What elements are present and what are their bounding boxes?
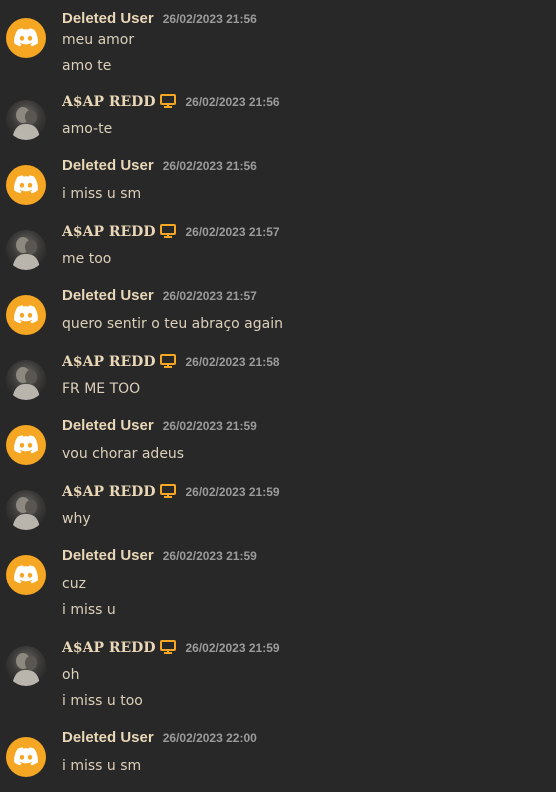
timestamp: 26/02/2023 21:57 xyxy=(162,289,257,303)
avatar[interactable] xyxy=(6,737,46,777)
message-text: why xyxy=(62,511,91,527)
username[interactable]: Deleted User xyxy=(62,287,154,304)
message-text: i miss u sm xyxy=(62,186,142,202)
username[interactable]: Deleted User xyxy=(62,157,154,174)
message-text: FR ME TOO xyxy=(62,381,141,397)
username[interactable]: Deleted User xyxy=(62,10,154,27)
username[interactable]: Deleted User xyxy=(62,547,154,564)
timestamp: 26/02/2023 21:59 xyxy=(162,419,257,433)
avatar[interactable] xyxy=(6,490,46,530)
avatar[interactable] xyxy=(6,360,46,400)
message-text: amo te xyxy=(62,58,112,74)
avatar[interactable] xyxy=(6,646,46,686)
message-text: cuz xyxy=(62,576,86,592)
username[interactable]: A$AP REDD xyxy=(62,94,155,110)
discord-logo-icon xyxy=(14,305,38,324)
message-text: meu amor xyxy=(62,32,135,48)
monitor-icon xyxy=(160,94,177,108)
avatar[interactable] xyxy=(6,425,46,465)
timestamp: 26/02/2023 21:58 xyxy=(185,355,280,369)
monitor-icon xyxy=(160,354,177,368)
chat-log: Deleted User 26/02/2023 21:56 meu amor a… xyxy=(0,0,556,792)
timestamp: 26/02/2023 21:56 xyxy=(162,12,257,26)
profile-photo xyxy=(12,497,40,530)
message-text: vou chorar adeus xyxy=(62,446,185,462)
username[interactable]: Deleted User xyxy=(62,729,154,746)
discord-logo-icon xyxy=(14,175,38,194)
message-text: oh xyxy=(62,667,80,683)
monitor-icon xyxy=(160,224,177,238)
timestamp: 26/02/2023 21:59 xyxy=(162,549,257,563)
message-text: quero sentir o teu abraço again xyxy=(62,316,283,332)
message-text: me too xyxy=(62,251,112,267)
timestamp: 26/02/2023 21:56 xyxy=(162,159,257,173)
message-text: i miss u too xyxy=(62,693,143,709)
message-text: amo-te xyxy=(62,121,113,137)
avatar[interactable] xyxy=(6,18,46,58)
avatar[interactable] xyxy=(6,100,46,140)
timestamp: 26/02/2023 22:00 xyxy=(162,731,257,745)
timestamp: 26/02/2023 21:56 xyxy=(185,95,280,109)
profile-photo xyxy=(12,107,40,140)
timestamp: 26/02/2023 21:57 xyxy=(185,225,280,239)
profile-photo xyxy=(12,237,40,270)
monitor-icon xyxy=(160,640,177,654)
username[interactable]: A$AP REDD xyxy=(62,640,155,656)
monitor-icon xyxy=(160,484,177,498)
profile-photo xyxy=(12,653,40,686)
avatar[interactable] xyxy=(6,555,46,595)
avatar[interactable] xyxy=(6,295,46,335)
message-text: i miss u sm xyxy=(62,758,142,774)
timestamp: 26/02/2023 21:59 xyxy=(185,485,280,499)
username[interactable]: A$AP REDD xyxy=(62,354,155,370)
username[interactable]: A$AP REDD xyxy=(62,224,155,240)
avatar[interactable] xyxy=(6,230,46,270)
message-text: i miss u xyxy=(62,602,116,618)
username[interactable]: A$AP REDD xyxy=(62,484,155,500)
discord-logo-icon xyxy=(14,435,38,454)
discord-logo-icon xyxy=(14,565,38,584)
timestamp: 26/02/2023 21:59 xyxy=(185,641,280,655)
discord-logo-icon xyxy=(14,747,38,766)
username[interactable]: Deleted User xyxy=(62,417,154,434)
discord-logo-icon xyxy=(14,28,38,47)
avatar[interactable] xyxy=(6,165,46,205)
profile-photo xyxy=(12,367,40,400)
